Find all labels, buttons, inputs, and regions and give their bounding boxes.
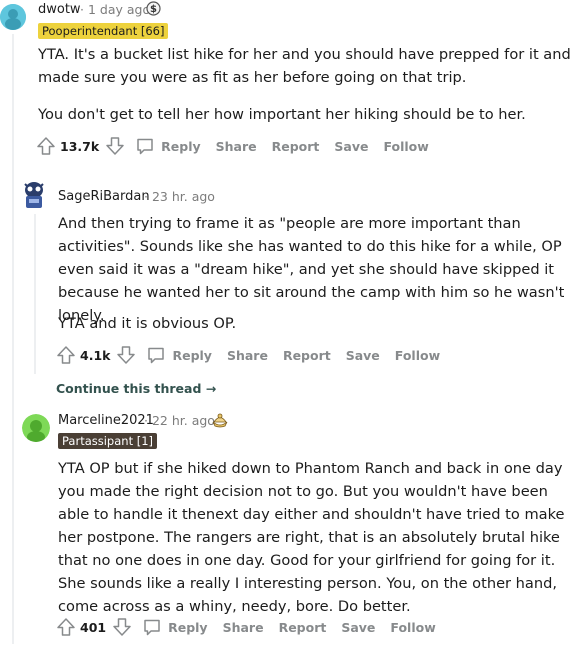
downvote-icon[interactable]	[105, 136, 125, 156]
report-button[interactable]: Report	[272, 139, 320, 154]
comment-meta: · 1 day ago	[80, 2, 150, 17]
comment-body-paragraph: YTA OP but if she hiked down to Phantom …	[58, 460, 565, 615]
upvote-icon[interactable]	[56, 617, 76, 637]
follow-button[interactable]: Follow	[395, 348, 440, 363]
comment-body-paragraph: You don't get to tell her how important …	[38, 106, 526, 123]
meta-separator: ·	[144, 413, 148, 428]
comment-body-paragraph: YTA and it is obvious OP.	[58, 315, 237, 332]
comment-actions: 13.7k Reply Share Report Save Follow	[36, 135, 444, 157]
comment-age[interactable]: 22 hr. ago	[152, 413, 215, 428]
save-button[interactable]: Save	[334, 139, 368, 154]
follow-button[interactable]: Follow	[390, 620, 435, 635]
continue-thread-label: Continue this thread	[56, 381, 202, 396]
avatar-image	[0, 4, 26, 30]
user-flair: Partassipant [1]	[58, 433, 158, 449]
svg-text:$: $	[150, 4, 157, 15]
comment-actions: 401 Reply Share Report Save Follow	[56, 616, 451, 638]
reply-button[interactable]: Reply	[172, 348, 211, 363]
thread-line[interactable]	[12, 34, 14, 644]
user-flair: Pooperintendant [66]	[38, 23, 169, 39]
upvote-icon[interactable]	[36, 136, 56, 156]
arrow-right-icon: →	[205, 381, 217, 396]
continue-thread-link[interactable]: Continue this thread →	[56, 381, 216, 396]
save-button[interactable]: Save	[341, 620, 375, 635]
share-button[interactable]: Share	[223, 620, 264, 635]
reply-button[interactable]: Reply	[168, 620, 207, 635]
vote-score: 13.7k	[60, 138, 100, 154]
avatar-image	[24, 182, 44, 208]
follow-button[interactable]: Follow	[383, 139, 428, 154]
award-icon[interactable]	[210, 411, 230, 432]
upvote-icon[interactable]	[56, 345, 76, 365]
avatar-image	[22, 414, 50, 442]
meta-separator: ·	[80, 2, 84, 17]
reply-icon[interactable]	[142, 617, 162, 637]
comment-username[interactable]: SageRiBardan	[58, 189, 150, 204]
vote-score: 4.1k	[80, 347, 111, 363]
report-button[interactable]: Report	[279, 620, 327, 635]
comment-meta: · 23 hr. ago	[144, 189, 215, 204]
meta-separator: ·	[144, 189, 148, 204]
avatar[interactable]	[20, 180, 48, 210]
reply-icon[interactable]	[146, 345, 166, 365]
avatar[interactable]	[22, 414, 50, 442]
comment-age[interactable]: 1 day ago	[88, 2, 150, 17]
comment-username[interactable]: dwotw	[38, 2, 81, 17]
share-button[interactable]: Share	[227, 348, 268, 363]
save-button[interactable]: Save	[346, 348, 380, 363]
avatar[interactable]	[0, 4, 26, 30]
comment-meta: · 22 hr. ago	[144, 413, 215, 428]
comment-username[interactable]: Marceline2021	[58, 413, 154, 428]
report-button[interactable]: Report	[283, 348, 331, 363]
comment-body-paragraph: YTA. It's a bucket list hike for her and…	[38, 46, 571, 86]
vote-score: 401	[80, 619, 107, 635]
comment-body-paragraph: And then trying to frame it as "people a…	[58, 215, 565, 324]
downvote-icon[interactable]	[112, 617, 132, 637]
thread-line[interactable]	[34, 214, 36, 374]
share-button[interactable]: Share	[216, 139, 257, 154]
reply-button[interactable]: Reply	[161, 139, 200, 154]
reply-icon[interactable]	[135, 136, 155, 156]
downvote-icon[interactable]	[116, 345, 136, 365]
comment-age[interactable]: 23 hr. ago	[152, 189, 215, 204]
award-icon[interactable]: $	[146, 1, 161, 20]
comment-actions: 4.1k Reply Share Report Save Follow	[56, 344, 455, 366]
